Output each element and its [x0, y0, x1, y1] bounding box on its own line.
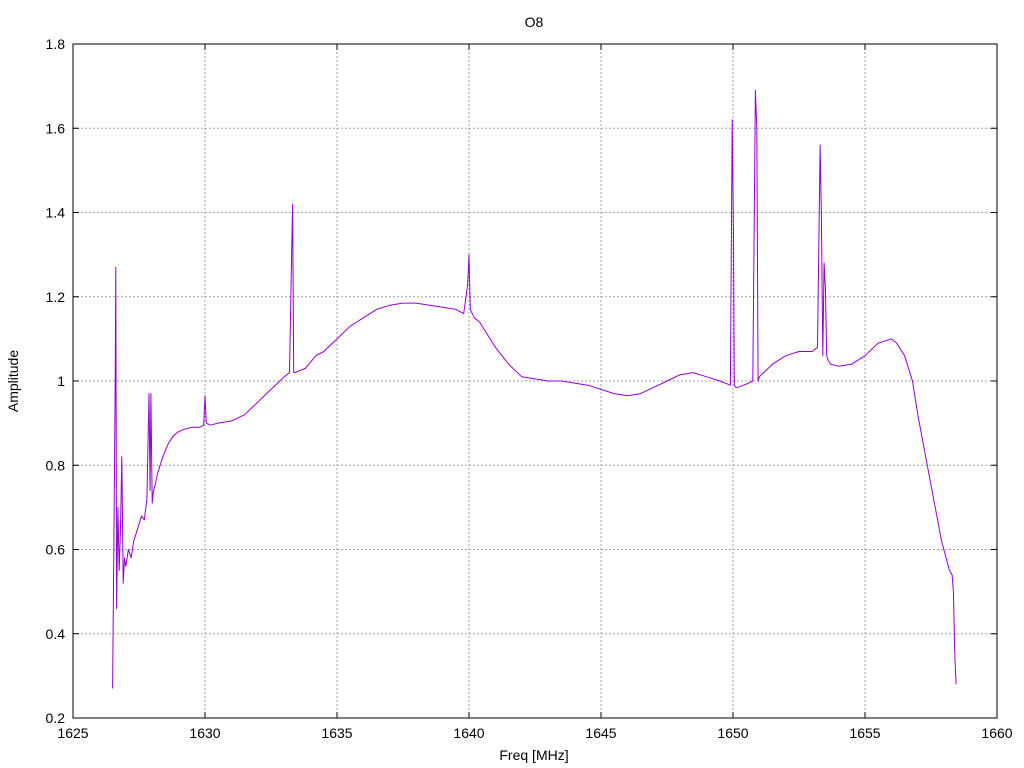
x-tick-label: 1640	[453, 725, 484, 741]
series-layer	[112, 89, 957, 689]
axis-ticks: 1625 1630 1635 1640 1645 1650 1655 1660 0.2 0.4 0.…	[46, 36, 1013, 741]
y-axis-label: Amplitude	[5, 350, 21, 412]
x-tick-label: 1655	[849, 725, 880, 741]
x-tick-label: 1635	[321, 725, 352, 741]
y-tick-label: 1	[57, 373, 65, 389]
x-tick-label: 1630	[189, 725, 220, 741]
series-line-0	[112, 89, 957, 689]
y-tick-label: 0.6	[46, 542, 66, 558]
chart-title: O8	[525, 14, 544, 30]
x-tick-label: 1650	[717, 725, 748, 741]
y-tick-label: 1.2	[46, 289, 66, 305]
y-tick-label: 1.6	[46, 120, 66, 136]
y-tick-label: 1.4	[46, 205, 66, 221]
line-chart: 1625 1630 1635 1640 1645 1650 1655 1660 0.2 0.4 0.…	[5, 14, 1013, 763]
x-tick-label: 1660	[981, 725, 1012, 741]
y-tick-label: 0.8	[46, 457, 66, 473]
y-tick-label: 1.8	[46, 36, 66, 52]
x-tick-label: 1645	[585, 725, 616, 741]
x-axis-label: Freq [MHz]	[499, 747, 568, 763]
y-tick-label: 0.4	[46, 626, 66, 642]
x-tick-label: 1625	[57, 725, 88, 741]
y-tick-label: 0.2	[46, 710, 66, 726]
grid-lines	[73, 44, 997, 718]
